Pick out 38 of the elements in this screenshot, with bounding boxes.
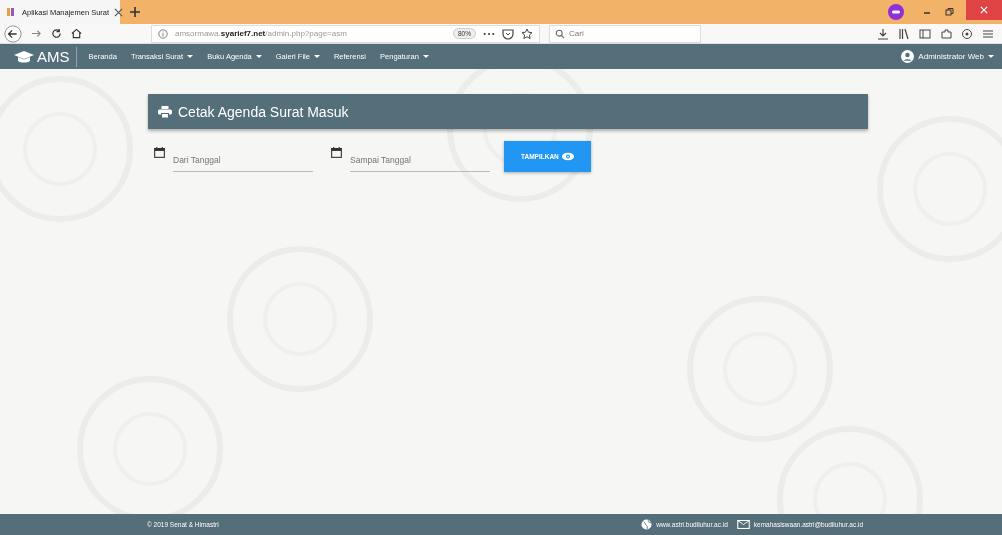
- calendar-icon: [154, 147, 165, 158]
- pocket-icon[interactable]: [502, 27, 514, 40]
- close-icon[interactable]: [114, 7, 124, 17]
- eye-icon: [561, 152, 574, 161]
- url-text: amsormawa.syarief7.net/admin.php?page=asm: [175, 29, 347, 38]
- restore-icon[interactable]: [944, 7, 954, 17]
- globe-icon: [641, 519, 653, 530]
- close-icon: [980, 6, 988, 14]
- info-icon: [158, 28, 168, 39]
- user-icon: [901, 50, 915, 63]
- caret-icon: [422, 55, 429, 58]
- graduation-cap-icon: [14, 49, 34, 64]
- reload-icon[interactable]: [51, 28, 62, 39]
- brand-name[interactable]: AMS: [37, 48, 70, 65]
- new-tab-icon[interactable]: [130, 7, 140, 17]
- calendar-icon: [331, 147, 342, 158]
- mail-icon: [736, 520, 750, 529]
- search-icon: [555, 28, 565, 39]
- user-menu[interactable]: Administrator Web: [901, 50, 994, 63]
- date-field[interactable]: Sampai Tanggal: [350, 147, 490, 172]
- caret-icon: [255, 55, 262, 58]
- back-icon[interactable]: [4, 24, 22, 43]
- home-icon[interactable]: [71, 28, 82, 39]
- star-icon[interactable]: [521, 27, 533, 40]
- panel-title: Cetak Agenda Surat Masuk: [178, 103, 349, 120]
- search-bar[interactable]: Cari: [549, 24, 701, 43]
- search-field[interactable]: Cari: [569, 29, 679, 38]
- forward-icon[interactable]: [31, 28, 42, 39]
- printer-icon: [158, 105, 172, 118]
- caret-icon: [988, 55, 994, 58]
- more-icon[interactable]: [483, 31, 495, 36]
- sidebar-icon[interactable]: [919, 27, 931, 40]
- library-icon[interactable]: [898, 27, 910, 40]
- date-field[interactable]: Dari Tanggal: [173, 147, 313, 172]
- caret-icon: [187, 55, 194, 58]
- caret-icon: [313, 55, 320, 58]
- favicon-icon: [7, 7, 17, 17]
- download-icon[interactable]: [877, 27, 889, 40]
